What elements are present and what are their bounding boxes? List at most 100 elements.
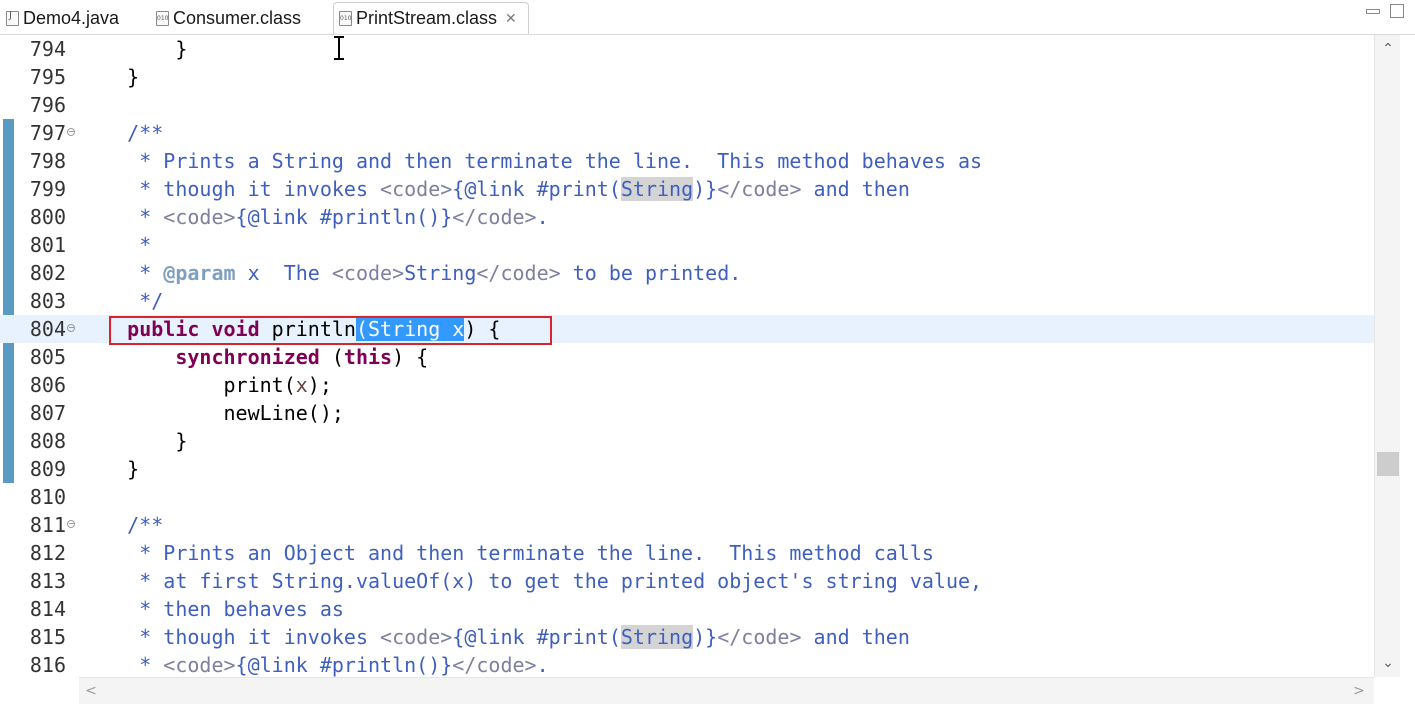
line-number: 816 <box>29 653 66 677</box>
code-line[interactable]: 801 * <box>0 231 1374 259</box>
scroll-left-icon[interactable]: < <box>81 678 101 704</box>
code-token: /** <box>79 513 164 537</box>
code-text: * though it invokes <code>{@link #print(… <box>79 623 910 651</box>
vertical-scrollbar[interactable]: ⌃ ⌄ <box>1374 35 1400 677</box>
close-icon[interactable]: ✕ <box>505 11 517 27</box>
horizontal-scrollbar[interactable]: < > <box>79 677 1374 704</box>
line-number: 810 <box>29 485 66 509</box>
code-token: } <box>79 457 140 481</box>
code-token: * though it invokes <box>79 177 381 201</box>
code-line[interactable]: 796 <box>0 91 1374 119</box>
line-number: 815 <box>29 625 66 649</box>
code-token: and then <box>801 625 910 649</box>
code-line[interactable]: 806 print(x); <box>0 371 1374 399</box>
code-token: * <box>79 233 152 257</box>
code-token: * Prints a String and then terminate the… <box>79 149 983 173</box>
code-token: * Prints an Object and then terminate th… <box>79 541 934 565</box>
line-number: 808 <box>29 429 66 453</box>
code-line[interactable]: 798 * Prints a String and then terminate… <box>0 147 1374 175</box>
line-number: 797 <box>29 121 66 145</box>
code-line[interactable]: 797− /** <box>0 119 1374 147</box>
code-line[interactable]: 811− /** <box>0 511 1374 539</box>
code-token: * at first String.valueOf(x) to get the … <box>79 569 983 593</box>
code-line[interactable]: 803 */ <box>0 287 1374 315</box>
code-line[interactable]: 810 <box>0 483 1374 511</box>
code-token: ) { <box>392 345 429 369</box>
code-text: * <code>{@link #println()}</code>. <box>79 203 549 231</box>
code-text: */ <box>79 287 163 315</box>
code-line[interactable]: 802 * @param x The <code>String</code> t… <box>0 259 1374 287</box>
code-line[interactable]: 807 newLine(); <box>0 399 1374 427</box>
overview-ruler <box>1400 35 1415 677</box>
line-number: 811 <box>29 513 66 537</box>
code-line[interactable]: 812 * Prints an Object and then terminat… <box>0 539 1374 567</box>
code-line[interactable]: 795 } <box>0 63 1374 91</box>
code-token: @param <box>163 261 236 285</box>
code-token: . <box>536 205 549 229</box>
code-token: {@link #print( <box>452 177 621 201</box>
tab-label: PrintStream.class <box>356 8 498 28</box>
line-number: 813 <box>29 569 66 593</box>
code-token: )} <box>693 625 718 649</box>
code-token: String <box>620 625 694 649</box>
code-token: <code> <box>163 653 236 677</box>
code-token: ); <box>307 373 332 397</box>
tab-demo4-java[interactable]: Demo4.java <box>6 2 119 34</box>
code-token: to be printed. <box>560 261 742 285</box>
tab-printstream-class[interactable]: PrintStream.class ✕ <box>333 2 529 34</box>
scroll-right-icon[interactable]: > <box>1349 678 1369 704</box>
code-line[interactable]: 814 * then behaves as <box>0 595 1374 623</box>
code-text: } <box>79 63 139 91</box>
code-token: </code> <box>717 625 802 649</box>
code-line[interactable]: 805 synchronized (this) { <box>0 343 1374 371</box>
code-text: * <box>79 231 151 259</box>
vertical-scroll-thumb[interactable] <box>1377 452 1399 477</box>
code-token: String <box>404 261 477 285</box>
code-text: /** <box>79 119 163 147</box>
code-line[interactable]: 815 * though it invokes <code>{@link #pr… <box>0 623 1374 651</box>
code-token: newLine(); <box>79 401 344 425</box>
line-number: 807 <box>29 401 66 425</box>
code-text: } <box>79 455 139 483</box>
maximize-icon[interactable] <box>1390 4 1404 18</box>
code-text: newLine(); <box>79 399 344 427</box>
fold-toggle-icon[interactable]: − <box>67 520 75 528</box>
code-editor[interactable]: 794 } 795 } 796 797− /** 798 * Prints a Stri… <box>0 35 1374 677</box>
line-number: 803 <box>29 289 66 313</box>
tab-label: Consumer.class <box>173 7 302 28</box>
code-token: <code> <box>380 177 453 201</box>
line-number: 798 <box>29 149 66 173</box>
line-number: 806 <box>29 373 66 397</box>
code-text: /** <box>79 511 163 539</box>
code-line[interactable]: 794 } <box>0 35 1374 63</box>
code-token: ) { <box>464 317 501 341</box>
code-token: </code> <box>452 205 537 229</box>
code-line[interactable]: 809 } <box>0 455 1374 483</box>
minimize-icon[interactable] <box>1366 9 1380 14</box>
fold-toggle-icon[interactable]: − <box>67 324 75 332</box>
code-line[interactable]: 813 * at first String.valueOf(x) to get … <box>0 567 1374 595</box>
code-token: {@link #print( <box>452 625 621 649</box>
editor-tab-bar: Demo4.java Consumer.class PrintStream.cl… <box>0 0 1415 35</box>
code-token: <code> <box>380 625 453 649</box>
code-token: this <box>343 345 393 369</box>
line-number: 805 <box>29 345 66 369</box>
code-token: println <box>259 317 356 341</box>
code-line[interactable]: 799 * though it invokes <code>{@link #pr… <box>0 175 1374 203</box>
tab-consumer-class[interactable]: Consumer.class <box>156 2 301 34</box>
line-number: 799 <box>29 177 66 201</box>
code-line[interactable]: 800 * <code>{@link #println()}</code>. <box>0 203 1374 231</box>
code-line[interactable]: 816 * <code>{@link #println()}</code>. <box>0 651 1374 677</box>
scroll-up-icon[interactable]: ⌃ <box>1375 39 1401 59</box>
code-token: {@link #println()} <box>235 653 453 677</box>
code-token: * though it invokes <box>79 625 381 649</box>
line-number: 795 <box>29 65 66 89</box>
code-line[interactable]: 808 } <box>0 427 1374 455</box>
code-line[interactable]: 804− public void println(String x) { <box>0 315 1374 343</box>
code-text: } <box>79 427 187 455</box>
class-file-icon <box>156 10 169 26</box>
fold-toggle-icon[interactable]: − <box>67 128 75 136</box>
scroll-down-icon[interactable]: ⌄ <box>1375 653 1401 673</box>
code-text: synchronized (this) { <box>79 343 428 371</box>
